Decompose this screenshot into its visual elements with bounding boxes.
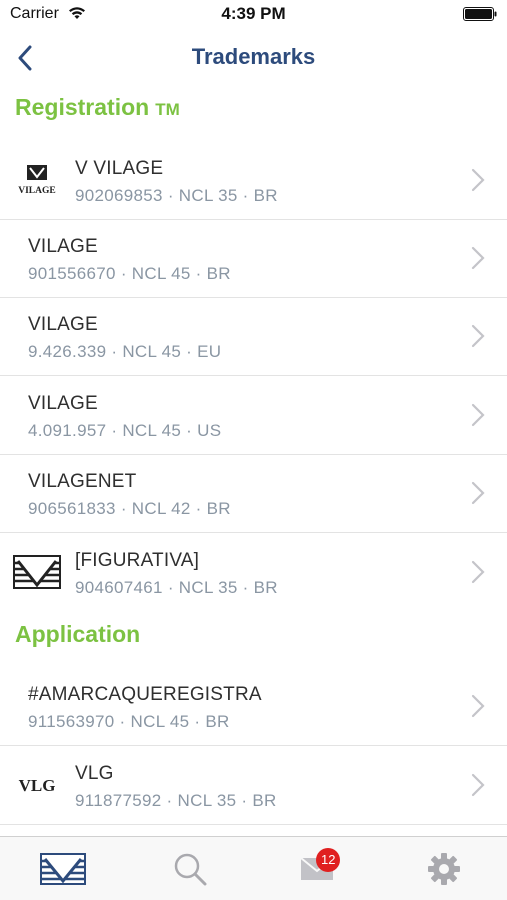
battery-icon xyxy=(463,7,497,21)
trademark-row[interactable]: VILAGENET 906561833 · NCL 42 · BR xyxy=(0,455,507,533)
trademark-row[interactable]: VILAGE 4.091.957 · NCL 45 · US xyxy=(0,377,507,455)
svg-text:VLG: VLG xyxy=(19,776,56,795)
chevron-right-icon xyxy=(471,403,485,427)
trademark-name: VILAGE xyxy=(28,314,98,335)
section-header-registration: Registration TM xyxy=(15,94,180,121)
section-label: Application xyxy=(15,621,141,647)
trademark-details: 902069853 · NCL 35 · BR xyxy=(75,186,278,205)
vilage-logo-icon: VILAGE xyxy=(13,159,61,201)
gear-icon xyxy=(428,853,460,885)
row-divider xyxy=(0,532,507,533)
trademark-name: VILAGE xyxy=(28,393,98,414)
trademark-name: VILAGE xyxy=(28,236,98,257)
search-icon xyxy=(174,853,207,886)
svg-text:VILAGE: VILAGE xyxy=(18,186,55,196)
tm-mark: TM xyxy=(155,100,180,119)
trademark-name: VILAGENET xyxy=(28,471,137,492)
status-time: 4:39 PM xyxy=(221,4,286,23)
tab-bar: 12 xyxy=(0,836,507,900)
status-bar: Carrier 4:39 PM xyxy=(0,0,507,28)
trademark-name: V VILAGE xyxy=(75,158,164,179)
row-divider xyxy=(0,824,507,825)
trademark-details: 9.426.339 · NCL 45 · EU xyxy=(28,342,222,361)
trademark-details: 901556670 · NCL 45 · BR xyxy=(28,264,231,283)
chevron-right-icon xyxy=(471,324,485,348)
chevron-right-icon xyxy=(471,481,485,505)
chevron-right-icon xyxy=(471,246,485,270)
trademark-details: 911563970 · NCL 45 · BR xyxy=(28,712,230,731)
trademark-name: [FIGURATIVA] xyxy=(75,550,200,571)
trademark-row[interactable]: [FIGURATIVA] 904607461 · NCL 35 · BR xyxy=(0,534,507,612)
trademark-row[interactable]: VILAGE 9.426.339 · NCL 45 · EU xyxy=(0,298,507,376)
chevron-right-icon xyxy=(471,168,485,192)
chevron-right-icon xyxy=(471,694,485,718)
trademark-details: 4.091.957 · NCL 45 · US xyxy=(28,421,222,440)
row-divider xyxy=(0,375,507,376)
vlg-logo-icon: VLG xyxy=(13,764,61,806)
tab-settings[interactable] xyxy=(381,837,507,900)
trademark-details: 906561833 · NCL 42 · BR xyxy=(28,499,231,518)
trademark-row[interactable]: VILAGE V VILAGE 902069853 · NCL 35 · BR xyxy=(0,142,507,220)
trademark-tab-icon xyxy=(40,853,86,885)
chevron-right-icon xyxy=(471,773,485,797)
page-title: Trademarks xyxy=(191,44,316,69)
navigation-bar: Trademarks xyxy=(0,28,507,88)
trademark-name: #AMARCAQUEREGISTRA xyxy=(28,684,262,705)
trademark-details: 904607461 · NCL 35 · BR xyxy=(75,578,278,597)
row-divider xyxy=(0,745,507,746)
section-header-application: Application xyxy=(15,621,140,648)
trademark-row[interactable]: #AMARCAQUEREGISTRA 911563970 · NCL 45 · … xyxy=(0,668,507,746)
tab-trademarks[interactable] xyxy=(0,837,126,900)
chevron-right-icon xyxy=(471,560,485,584)
unread-badge: 12 xyxy=(316,848,341,872)
trademark-row[interactable]: VILAGE 901556670 · NCL 45 · BR xyxy=(0,220,507,298)
trademark-row[interactable]: VLG VLG 911877592 · NCL 35 · BR xyxy=(0,747,507,825)
section-label: Registration xyxy=(15,94,150,120)
tab-search[interactable] xyxy=(127,837,253,900)
figurative-mark-icon xyxy=(13,551,61,593)
trademark-name: VLG xyxy=(75,763,114,784)
tab-messages[interactable]: 12 xyxy=(254,837,380,900)
trademark-details: 911877592 · NCL 35 · BR xyxy=(75,791,277,810)
